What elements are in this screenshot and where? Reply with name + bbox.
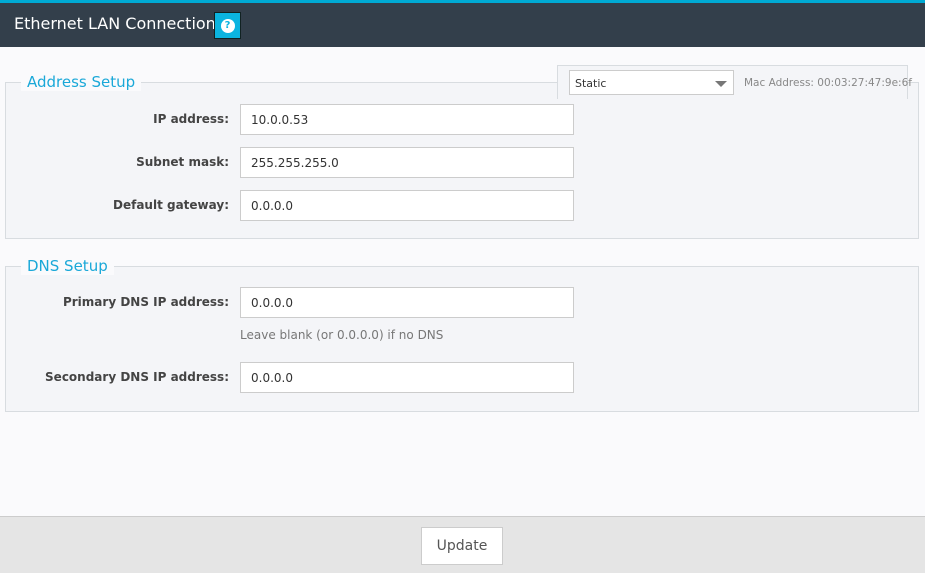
secondary-dns-row: Secondary DNS IP address: 0.0.0.0 <box>6 362 918 394</box>
mac-address: Mac Address: 00:03:27:47:9e:6f <box>744 77 912 89</box>
primary-dns-hint: Leave blank (or 0.0.0.0) if no DNS <box>240 328 444 342</box>
secondary-dns-input[interactable]: 0.0.0.0 <box>240 362 574 393</box>
dns-setup-section: DNS Setup Primary DNS IP address: 0.0.0.… <box>5 257 919 412</box>
subnet-mask-label: Subnet mask: <box>136 155 229 169</box>
subnet-mask-row: Subnet mask: 255.255.255.0 <box>6 147 918 179</box>
update-button[interactable]: Update <box>421 527 503 565</box>
primary-dns-label: Primary DNS IP address: <box>62 295 229 309</box>
help-button[interactable]: ? <box>214 12 241 39</box>
page-title: Ethernet LAN Connection <box>14 14 216 33</box>
question-icon: ? <box>220 18 235 33</box>
secondary-dns-label: Secondary DNS IP address: <box>45 370 229 384</box>
ip-address-input[interactable]: 10.0.0.53 <box>240 104 574 135</box>
mode-panel: Static Mac Address: 00:03:27:47:9e:6f <box>557 65 912 99</box>
primary-dns-row: Primary DNS IP address: 0.0.0.0 <box>6 287 918 319</box>
mode-select[interactable]: Static <box>569 70 734 95</box>
header-bar: Ethernet LAN Connection ? <box>0 0 925 47</box>
default-gateway-row: Default gateway: 0.0.0.0 <box>6 190 918 222</box>
address-setup-section: Address Setup IP address: 10.0.0.53 Subn… <box>5 73 919 239</box>
default-gateway-label: Default gateway: <box>113 198 229 212</box>
primary-dns-input[interactable]: 0.0.0.0 <box>240 287 574 318</box>
dns-setup-legend: DNS Setup <box>21 257 114 275</box>
chevron-down-icon <box>715 81 727 87</box>
subnet-mask-input[interactable]: 255.255.255.0 <box>240 147 574 178</box>
default-gateway-input[interactable]: 0.0.0.0 <box>240 190 574 221</box>
ip-address-row: IP address: 10.0.0.53 <box>6 104 918 136</box>
address-setup-legend: Address Setup <box>21 73 142 91</box>
ip-address-label: IP address: <box>153 112 229 126</box>
mode-value: Static <box>575 77 607 90</box>
footer-bar: Update <box>0 516 925 573</box>
